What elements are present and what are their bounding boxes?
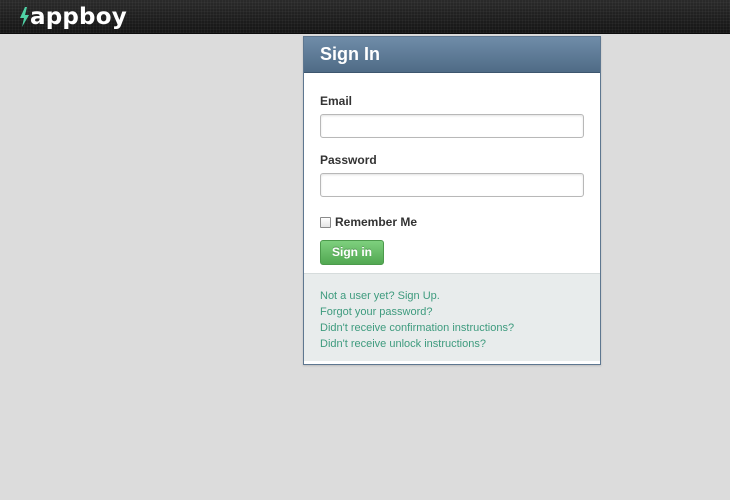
sign-in-button[interactable]: Sign in bbox=[320, 240, 384, 265]
password-label: Password bbox=[320, 153, 377, 167]
lightning-bolt-icon bbox=[20, 7, 29, 27]
logo-text: appboy bbox=[30, 4, 127, 30]
forgot-password-link[interactable]: Forgot your password? bbox=[320, 304, 600, 320]
password-field[interactable] bbox=[320, 173, 584, 197]
remember-me-checkbox[interactable] bbox=[320, 216, 331, 228]
help-links: Not a user yet? Sign Up. Forgot your pas… bbox=[304, 273, 600, 361]
panel-title: Sign In bbox=[304, 37, 600, 73]
top-bar: appboy bbox=[0, 0, 730, 34]
appboy-logo[interactable]: appboy bbox=[20, 4, 127, 30]
email-field[interactable] bbox=[320, 114, 584, 138]
remember-me-row: Remember Me bbox=[320, 215, 586, 229]
sign-in-form: Email Password Remember Me Sign in bbox=[304, 94, 600, 265]
unlock-instructions-link[interactable]: Didn't receive unlock instructions? bbox=[320, 336, 600, 352]
sign-up-link[interactable]: Not a user yet? Sign Up. bbox=[320, 288, 600, 304]
email-label: Email bbox=[320, 94, 353, 108]
confirmation-instructions-link[interactable]: Didn't receive confirmation instructions… bbox=[320, 320, 600, 336]
remember-me-label[interactable]: Remember Me bbox=[335, 215, 417, 229]
sign-in-panel: Sign In Email Password Remember Me Sign … bbox=[303, 36, 601, 365]
